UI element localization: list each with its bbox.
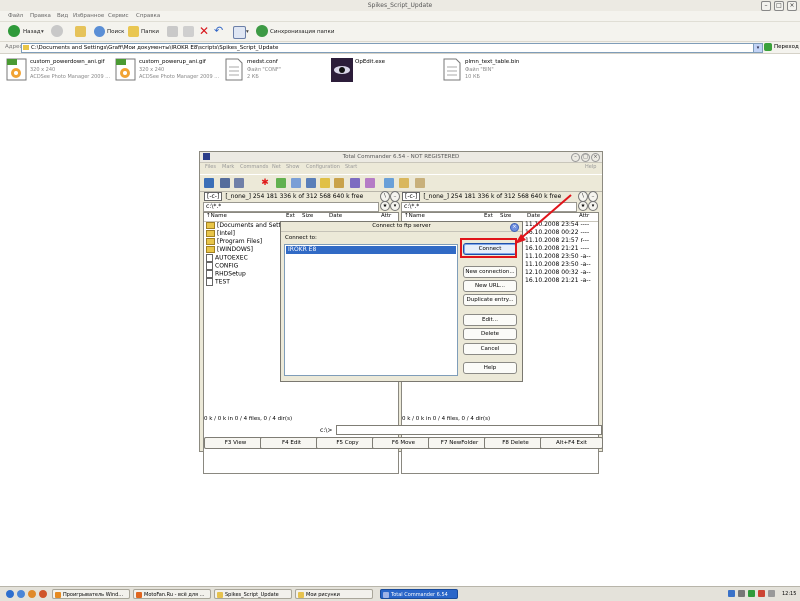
taskbar-item[interactable]: Мои рисунки [295,589,373,599]
quicklaunch-icon[interactable] [39,590,47,598]
taskbar-item[interactable]: Spikes_Script_Update [214,589,292,599]
total-commander-icon [383,592,389,598]
tray-icon[interactable] [748,590,755,597]
language-icon[interactable] [728,590,735,597]
clock: 12:15 [782,591,797,597]
media-player-icon [55,592,61,598]
taskbar: Проигрыватель Wind... MotoFan.Ru - всё д… [0,586,800,601]
taskbar-label: MotoFan.Ru - всё для ... [144,592,205,598]
taskbar-label: Мои рисунки [306,592,340,598]
taskbar-item[interactable]: Проигрыватель Wind... [52,589,130,599]
quicklaunch-icon[interactable] [28,590,36,598]
folder-icon [217,592,223,598]
taskbar-item-active[interactable]: Total Commander 6.54 [380,589,458,599]
folder-icon [298,592,304,598]
taskbar-label: Проигрыватель Wind... [63,592,124,598]
volume-icon[interactable] [768,590,775,597]
taskbar-label: Total Commander 6.54 [391,592,448,598]
start-icon[interactable] [6,590,14,598]
network-icon[interactable] [738,590,745,597]
tray-icon[interactable] [758,590,765,597]
browser-icon [136,592,142,598]
taskbar-item[interactable]: MotoFan.Ru - всё для ... [133,589,211,599]
quicklaunch-icon[interactable] [17,590,25,598]
taskbar-label: Spikes_Script_Update [225,592,279,598]
annotation-arrow [515,194,572,244]
